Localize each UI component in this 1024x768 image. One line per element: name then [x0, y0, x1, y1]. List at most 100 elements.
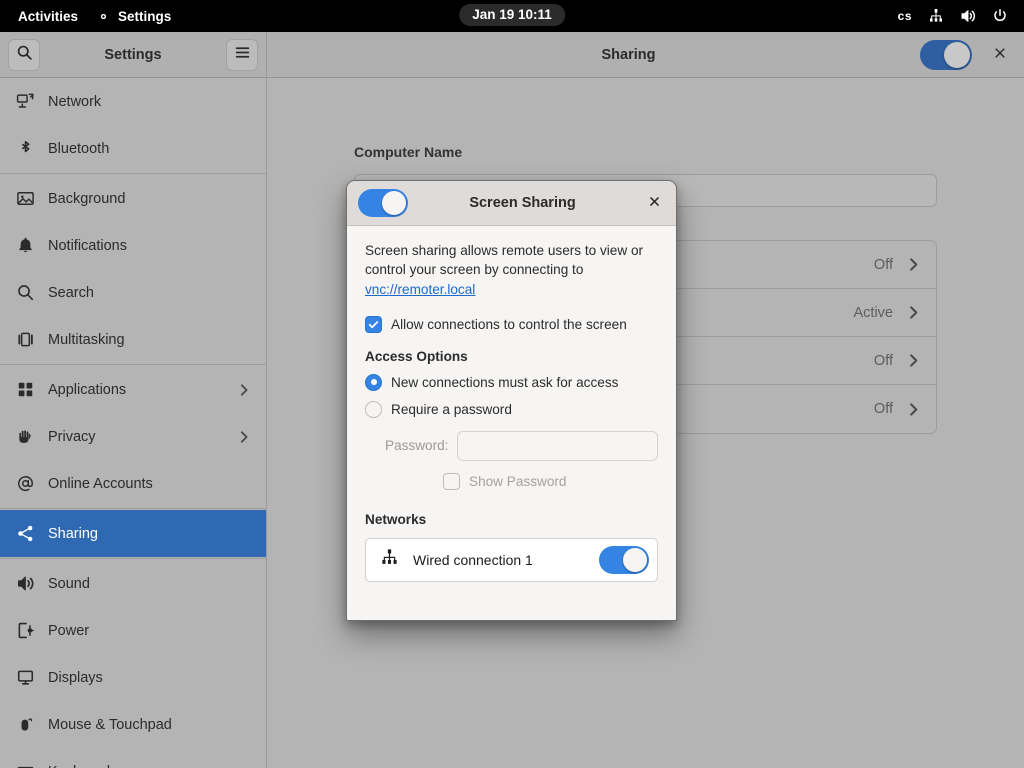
- status-badge: Off: [874, 257, 893, 273]
- status-area[interactable]: cs: [898, 0, 1016, 32]
- settings-sidebar[interactable]: Network Bluetooth Background: [0, 78, 267, 768]
- screen-sharing-switch[interactable]: [358, 189, 408, 217]
- sidebar-item-search[interactable]: Search: [0, 269, 266, 316]
- screen-sharing-dialog: Screen Sharing Screen sharing allows rem…: [346, 180, 677, 621]
- page-title: Sharing: [267, 47, 920, 63]
- mouse-icon: [14, 714, 36, 736]
- password-label: Password:: [385, 438, 448, 453]
- sidebar-item-label: Notifications: [48, 238, 252, 254]
- multitasking-icon: [14, 329, 36, 351]
- wired-network-icon: [380, 548, 399, 572]
- hand-icon: [14, 426, 36, 448]
- display-icon: [14, 667, 36, 689]
- volume-icon[interactable]: [960, 8, 976, 24]
- password-input[interactable]: [457, 431, 658, 461]
- sidebar-item-power[interactable]: Power: [0, 607, 266, 654]
- sidebar-item-displays[interactable]: Displays: [0, 654, 266, 701]
- ask-for-access-radio[interactable]: [365, 374, 382, 391]
- sidebar-item-label: Applications: [48, 382, 236, 398]
- show-password-checkbox[interactable]: [443, 473, 460, 490]
- status-badge: Off: [874, 353, 893, 369]
- sidebar-divider: [0, 364, 266, 365]
- clock-label: Jan 19 10:11: [472, 7, 552, 22]
- chevron-right-icon: [905, 256, 922, 273]
- radio-row-ask-for-access[interactable]: New connections must ask for access: [365, 374, 658, 391]
- network-name: Wired connection 1: [413, 552, 599, 568]
- computer-name-label: Computer Name: [354, 144, 462, 160]
- sidebar-item-label: Multitasking: [48, 332, 252, 348]
- sidebar-item-applications[interactable]: Applications: [0, 366, 266, 413]
- description-text: Screen sharing allows remote users to vi…: [365, 243, 643, 277]
- dialog-headerbar: Screen Sharing: [347, 181, 676, 226]
- sidebar-item-label: Mouse & Touchpad: [48, 717, 252, 733]
- sidebar-item-online-accounts[interactable]: Online Accounts: [0, 460, 266, 507]
- close-icon: [648, 195, 661, 212]
- clock-button[interactable]: Jan 19 10:11: [459, 4, 565, 26]
- sidebar-item-label: Sharing: [48, 526, 252, 542]
- bell-icon: [14, 235, 36, 257]
- dialog-close-button[interactable]: [643, 192, 665, 214]
- search-icon: [16, 44, 33, 66]
- keyboard-layout-indicator[interactable]: cs: [898, 9, 912, 23]
- close-window-button[interactable]: [986, 41, 1014, 69]
- sharing-master-switch[interactable]: [920, 40, 972, 70]
- allow-control-checkbox-row[interactable]: Allow connections to control the screen: [365, 316, 658, 333]
- switch-knob: [382, 191, 406, 215]
- access-options-title: Access Options: [365, 349, 658, 364]
- dialog-title: Screen Sharing: [402, 195, 643, 211]
- sidebar-item-label: Displays: [48, 670, 252, 686]
- sidebar-item-keyboard[interactable]: Keyboard: [0, 748, 266, 768]
- sidebar-item-label: Privacy: [48, 429, 236, 445]
- wired-network-icon[interactable]: [928, 8, 944, 24]
- sidebar-divider: [0, 558, 266, 559]
- sidebar-item-privacy[interactable]: Privacy: [0, 413, 266, 460]
- list-item[interactable]: Wired connection 1: [366, 539, 657, 581]
- sidebar-item-sound[interactable]: Sound: [0, 560, 266, 607]
- grid-icon: [14, 379, 36, 401]
- settings-window: Settings Sharing: [0, 32, 1024, 768]
- sidebar-item-sharing[interactable]: Sharing: [0, 510, 266, 557]
- require-password-label: Require a password: [391, 402, 512, 417]
- sidebar-item-network[interactable]: Network: [0, 78, 266, 125]
- sidebar-item-background[interactable]: Background: [0, 175, 266, 222]
- allow-control-checkbox[interactable]: [365, 316, 382, 333]
- chevron-right-icon: [236, 429, 252, 445]
- require-password-radio[interactable]: [365, 401, 382, 418]
- main-menu-button[interactable]: [226, 39, 258, 71]
- app-menu-button[interactable]: Settings: [87, 0, 180, 32]
- sidebar-divider: [0, 173, 266, 174]
- chevron-right-icon: [905, 401, 922, 418]
- sidebar-item-notifications[interactable]: Notifications: [0, 222, 266, 269]
- gnome-top-bar: Activities Settings Jan 19 10:11 cs: [0, 0, 1024, 32]
- share-icon: [14, 523, 36, 545]
- ask-for-access-label: New connections must ask for access: [391, 375, 618, 390]
- sidebar-item-label: Background: [48, 191, 252, 207]
- sidebar-item-mouse-touchpad[interactable]: Mouse & Touchpad: [0, 701, 266, 748]
- status-badge: Off: [874, 401, 893, 417]
- dialog-description: Screen sharing allows remote users to vi…: [365, 241, 658, 299]
- power-plug-icon: [14, 620, 36, 642]
- chevron-right-icon: [236, 382, 252, 398]
- sidebar-item-label: Power: [48, 623, 252, 639]
- chevron-right-icon: [905, 304, 922, 321]
- power-icon[interactable]: [992, 8, 1008, 24]
- networks-title: Networks: [365, 512, 658, 527]
- activities-button[interactable]: Activities: [9, 0, 87, 32]
- background-icon: [14, 188, 36, 210]
- radio-row-require-password[interactable]: Require a password: [365, 401, 658, 418]
- network-icon: [14, 91, 36, 113]
- vnc-link[interactable]: vnc://remoter.local: [365, 282, 475, 297]
- bluetooth-icon: [14, 138, 36, 160]
- activities-label: Activities: [18, 9, 78, 24]
- show-password-row[interactable]: Show Password: [365, 473, 658, 490]
- app-menu-label: Settings: [118, 9, 171, 24]
- network-switch[interactable]: [599, 546, 649, 574]
- sidebar-item-label: Keyboard: [48, 764, 252, 768]
- sidebar-item-bluetooth[interactable]: Bluetooth: [0, 125, 266, 172]
- dialog-body: Screen sharing allows remote users to vi…: [347, 226, 676, 582]
- sidebar-item-multitasking[interactable]: Multitasking: [0, 316, 266, 363]
- keyboard-icon: [14, 761, 36, 768]
- search-button[interactable]: [8, 39, 40, 71]
- password-row: Password:: [365, 431, 658, 461]
- at-sign-icon: [14, 473, 36, 495]
